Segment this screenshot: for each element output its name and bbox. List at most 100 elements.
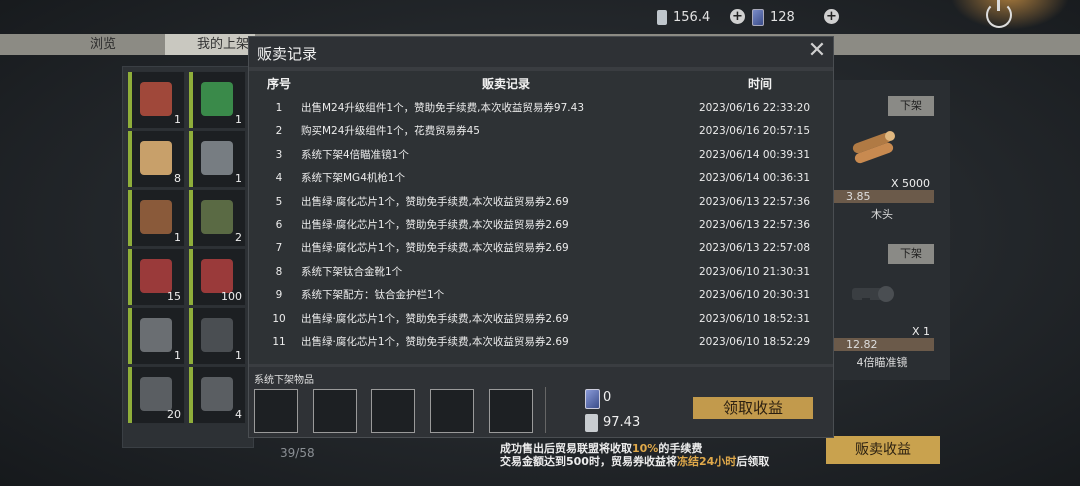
dialog-footer: 系统下架物品 0 97.43 领取收益 xyxy=(249,367,833,437)
column-header-record: 贩卖记录 xyxy=(482,77,531,91)
rifle-icon xyxy=(201,377,233,411)
item-count: 20 xyxy=(167,408,181,421)
rarity-bar xyxy=(128,249,132,305)
voucher-icon xyxy=(657,9,667,25)
listing-price: 12.82 xyxy=(830,338,934,351)
inventory-slot[interactable]: 1 xyxy=(127,307,185,365)
table-row: 4 系统下架MG4机枪1个 2023/06/14 00:36:31 xyxy=(249,167,833,190)
rarity-bar xyxy=(128,131,132,187)
row-number: 3 xyxy=(275,148,283,161)
delisted-item-slot[interactable] xyxy=(430,389,474,433)
wood-icon xyxy=(852,131,895,164)
listing-name: 木头 xyxy=(871,208,893,221)
item-count: 1 xyxy=(174,231,181,244)
rarity-bar xyxy=(128,190,132,246)
table-row: 8 系统下架钛合金靴1个 2023/06/10 21:30:31 xyxy=(249,261,833,284)
row-number: 5 xyxy=(275,195,283,208)
delisted-item-slot[interactable] xyxy=(254,389,298,433)
inventory-slot[interactable]: 2 xyxy=(188,189,246,247)
row-number: 2 xyxy=(275,125,283,138)
row-time: 2023/06/10 18:52:31 xyxy=(699,312,811,325)
inventory-pager: 39/58 xyxy=(280,446,315,460)
grenade-icon xyxy=(201,200,233,234)
table-row: 9 系统下架配方：钛合金护栏1个 2023/06/10 20:30:31 xyxy=(249,284,833,307)
inventory-slot[interactable]: 1 xyxy=(188,130,246,188)
column-header-no: 序号 xyxy=(267,77,292,91)
ammo-icon xyxy=(140,259,172,293)
row-time: 2023/06/14 00:39:31 xyxy=(699,148,811,161)
row-record: 系统下架钛合金靴1个 xyxy=(301,265,403,278)
row-number: 8 xyxy=(275,265,283,278)
row-record: 出售M24升级组件1个，赞助免手续费,本次收益贸易券97.43 xyxy=(301,102,584,114)
inventory-slot[interactable]: 100 xyxy=(188,248,246,306)
sell-income-button[interactable]: 贩卖收益 xyxy=(826,436,940,464)
table-row: 7 出售绿·腐化芯片1个，赞助免手续费,本次收益贸易券2.69 2023/06/13… xyxy=(249,237,833,260)
delist-button[interactable]: 下架 xyxy=(888,96,934,116)
inventory-slot[interactable]: 15 xyxy=(127,248,185,306)
resource-1: 156.4 xyxy=(657,8,710,26)
rarity-bar xyxy=(128,367,132,423)
item-count: 8 xyxy=(174,172,181,185)
inventory-slot[interactable]: 1 xyxy=(188,307,246,365)
close-icon[interactable]: ✕ xyxy=(805,39,829,63)
voucher-icon xyxy=(585,414,598,432)
rarity-bar xyxy=(189,367,193,423)
axe-icon xyxy=(140,200,172,234)
card-income-value: 0 xyxy=(603,390,612,405)
tab-browse[interactable]: 浏览 xyxy=(90,34,116,55)
item-count: 4 xyxy=(235,408,242,421)
row-number: 1 xyxy=(275,102,283,114)
row-time: 2023/06/10 18:52:29 xyxy=(699,336,811,348)
inventory-slot[interactable]: 1 xyxy=(188,71,246,129)
tab-my-listings[interactable]: 我的上架 xyxy=(165,34,255,55)
delist-button[interactable]: 下架 xyxy=(888,244,934,264)
inventory-panel: 1 1 8 1 1 2 15 100 1 1 20 4 xyxy=(122,66,254,448)
inventory-slot[interactable]: 20 xyxy=(127,366,185,424)
delisted-item-slot[interactable] xyxy=(489,389,533,433)
weapon-part-icon xyxy=(140,318,172,352)
chemical-box-icon xyxy=(201,82,233,116)
row-record: 出售绿·腐化芯片1个，赞助免手续费,本次收益贸易券2.69 xyxy=(301,336,569,348)
scroll-icon xyxy=(140,141,172,175)
rarity-bar xyxy=(189,249,193,305)
dialog-title: 贩卖记录 xyxy=(257,45,318,63)
delisted-item-slot[interactable] xyxy=(371,389,415,433)
rarity-bar xyxy=(128,308,132,364)
column-header-time: 时间 xyxy=(748,77,773,91)
rarity-bar xyxy=(189,131,193,187)
top-bar: 156.4 + 128 + xyxy=(0,0,1080,34)
rarity-bar xyxy=(189,190,193,246)
inventory-slot[interactable]: 8 xyxy=(127,130,185,188)
row-record: 出售绿·腐化芯片1个，赞助免手续费,本次收益贸易券2.69 xyxy=(301,312,569,325)
row-record: 出售绿·腐化芯片1个，赞助免手续费,本次收益贸易券2.69 xyxy=(301,242,569,255)
listing-price: 3.85 xyxy=(830,190,934,203)
sales-record-table[interactable]: 序号 贩卖记录 时间 1 出售M24升级组件1个，赞助免手续费,本次收益贸易券97… xyxy=(249,71,833,364)
power-icon[interactable] xyxy=(986,0,1012,28)
inventory-slot[interactable]: 1 xyxy=(127,71,185,129)
item-count: 1 xyxy=(235,113,242,126)
item-count: 1 xyxy=(174,113,181,126)
add-resource-2-button[interactable]: + xyxy=(824,9,839,24)
add-resource-1-button[interactable]: + xyxy=(730,9,745,24)
delisted-item-slot[interactable] xyxy=(313,389,357,433)
row-record: 系统下架4倍瞄准镜1个 xyxy=(301,148,409,161)
listing-card[interactable]: 下架 X 1 12.82 4倍瞄准镜 xyxy=(830,244,934,369)
claim-income-button[interactable]: 领取收益 xyxy=(693,397,813,419)
row-number: 11 xyxy=(272,336,286,348)
row-record: 出售绿·腐化芯片1个，赞助免手续费,本次收益贸易券2.69 xyxy=(301,195,569,208)
table-row: 3 系统下架4倍瞄准镜1个 2023/06/14 00:39:31 xyxy=(249,144,833,167)
card-icon xyxy=(752,8,764,26)
row-time: 2023/06/13 22:57:08 xyxy=(699,242,811,255)
weapon-part-icon xyxy=(201,318,233,352)
item-count: 1 xyxy=(174,349,181,362)
inventory-slot[interactable]: 1 xyxy=(127,189,185,247)
backpack-icon xyxy=(140,82,172,116)
resource-2: 128 xyxy=(752,8,795,26)
ammo-icon xyxy=(201,259,233,293)
row-number: 6 xyxy=(275,219,283,231)
syringe-icon xyxy=(201,141,233,175)
inventory-slot[interactable]: 4 xyxy=(188,366,246,424)
notice-text: 后领取 xyxy=(736,455,770,468)
footer-divider xyxy=(545,387,546,433)
listing-card[interactable]: 下架 X 5000 3.85 木头 xyxy=(830,96,934,221)
